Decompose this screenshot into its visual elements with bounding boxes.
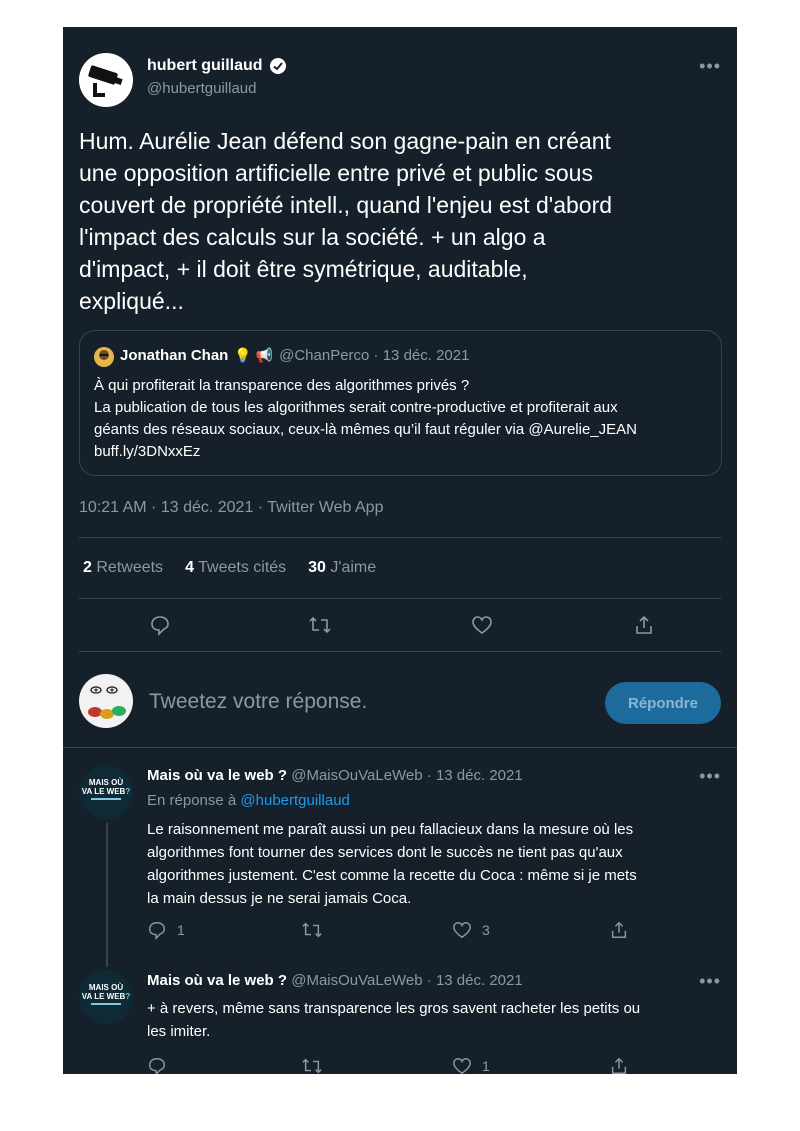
retweet-icon xyxy=(301,1056,323,1074)
like-count: 3 xyxy=(482,922,490,938)
more-options-icon[interactable]: ••• xyxy=(699,972,721,990)
quotes-label: Tweets cités xyxy=(198,559,287,576)
reply-author-name[interactable]: Mais où va le web ? xyxy=(147,767,287,784)
tweet-meta: 10:21 AM · 13 déc. 2021 · Twitter Web Ap… xyxy=(79,499,384,516)
likes-stat[interactable]: 30 J'aime xyxy=(308,559,376,577)
reply-icon xyxy=(147,1056,167,1074)
reply-icon xyxy=(149,614,171,636)
quoted-author-avatar xyxy=(94,347,114,367)
divider xyxy=(79,651,721,652)
retweets-label: Retweets xyxy=(96,559,164,576)
in-reply-to-handle[interactable]: @hubertguillaud xyxy=(240,792,349,809)
reply-handle-date[interactable]: @MaisOuVaLeWeb · 13 déc. 2021 xyxy=(291,972,522,989)
retweets-count: 2 xyxy=(83,559,92,576)
thread-line xyxy=(106,823,108,967)
quoted-link[interactable]: buff.ly/3DNxxEz xyxy=(94,441,637,463)
heart-icon xyxy=(471,614,493,636)
user-avatar[interactable] xyxy=(79,674,133,728)
author-name[interactable]: hubert guillaud xyxy=(147,57,263,75)
retweet-icon xyxy=(308,614,332,636)
reply-text-line: la main dessus je ne serai jamais Coca. xyxy=(147,890,412,907)
reply-text-line: algorithmes font tourner des services do… xyxy=(147,844,623,861)
more-options-icon[interactable]: ••• xyxy=(699,767,721,785)
author-avatar[interactable] xyxy=(79,53,133,107)
avatar-text-line: VA LE WEB xyxy=(81,992,126,1001)
likes-label: J'aime xyxy=(330,559,377,576)
author-handle[interactable]: @hubertguillaud xyxy=(147,80,256,97)
quoted-text-line: La publication de tous les algorithmes s… xyxy=(94,399,618,416)
reply-button[interactable] xyxy=(149,614,171,636)
like-button[interactable] xyxy=(471,614,493,636)
share-button[interactable] xyxy=(609,920,629,940)
quotes-stat[interactable]: 4 Tweets cités xyxy=(185,559,286,577)
reply-text-line: les imiter. xyxy=(147,1023,211,1040)
reply-submit-button[interactable]: Répondre xyxy=(605,682,721,724)
reply-submit-label: Répondre xyxy=(627,694,698,712)
reply-input[interactable]: Tweetez votre réponse. xyxy=(149,690,367,714)
tweet-text-line: une opposition artificielle entre privé … xyxy=(79,160,593,186)
share-button[interactable] xyxy=(633,614,655,636)
tweet-text-line: d'impact, + il doit être symétrique, aud… xyxy=(79,256,528,282)
retweets-stat[interactable]: 2 Retweets xyxy=(83,559,163,577)
quoted-author-name: Jonathan Chan xyxy=(120,347,229,364)
reply-button[interactable]: 1 xyxy=(147,920,185,940)
retweet-button[interactable] xyxy=(301,920,323,940)
quoted-handle-date: @ChanPerco · 13 déc. 2021 xyxy=(279,347,470,364)
avatar-text-line: MAIS OÙ xyxy=(88,778,124,787)
quoted-tweet-card[interactable]: Jonathan Chan 💡 📢 @ChanPerco · 13 déc. 2… xyxy=(79,330,722,476)
reply-author-avatar[interactable]: MAIS OÙ VA LE WEB? xyxy=(79,765,133,819)
camera-logo-icon xyxy=(88,65,123,97)
tweet-text-line: Hum. Aurélie Jean défend son gagne-pain … xyxy=(79,128,611,154)
retweet-icon xyxy=(301,920,323,940)
reply-author-name[interactable]: Mais où va le web ? xyxy=(147,972,287,989)
share-button[interactable] xyxy=(609,1056,629,1074)
avatar-question-mark: ? xyxy=(125,787,131,796)
share-icon xyxy=(609,920,629,940)
reply-icon xyxy=(147,920,167,940)
share-icon xyxy=(633,614,655,636)
quotes-count: 4 xyxy=(185,559,194,576)
retweet-button[interactable] xyxy=(308,614,332,636)
tweet-stats: 2 Retweets 4 Tweets cités 30 J'aime xyxy=(83,559,376,577)
verified-badge-icon xyxy=(269,57,287,75)
reply-handle-date[interactable]: @MaisOuVaLeWeb · 13 déc. 2021 xyxy=(291,767,522,784)
divider xyxy=(63,747,737,748)
retweet-button[interactable] xyxy=(301,1056,323,1074)
reply-button[interactable] xyxy=(147,1056,167,1074)
in-reply-to-label: En réponse à xyxy=(147,792,237,809)
quoted-text-line: À qui profiterait la transparence des al… xyxy=(94,377,470,394)
quoted-text-line: géants des réseaux sociaux, ceux-là même… xyxy=(94,421,637,438)
reply-text-line: + à revers, même sans transparence les g… xyxy=(147,1000,641,1017)
avatar-text-line: MAIS OÙ xyxy=(88,983,124,992)
tweet-text-line: expliqué... xyxy=(79,288,184,314)
tweet-text-line: couvert de propriété intell., quand l'en… xyxy=(79,192,613,218)
divider xyxy=(79,537,721,538)
heart-icon xyxy=(452,920,472,940)
tweet-thread-panel: hubert guillaud @hubertguillaud ••• Hum.… xyxy=(63,27,737,1074)
tweet-text: Hum. Aurélie Jean défend son gagne-pain … xyxy=(79,125,729,317)
like-button[interactable]: 3 xyxy=(452,920,490,940)
share-icon xyxy=(609,1056,629,1074)
more-options-icon[interactable]: ••• xyxy=(699,57,721,75)
reply-author-avatar[interactable]: MAIS OÙ VA LE WEB? xyxy=(79,970,133,1024)
avatar-text-line: VA LE WEB xyxy=(81,787,126,796)
reply-text-line: Le raisonnement me paraît aussi un peu f… xyxy=(147,821,634,838)
quoted-author-emoji: 💡 📢 xyxy=(234,347,274,363)
likes-count: 30 xyxy=(308,559,326,576)
tweet-text-line: l'impact des calculs sur la société. + u… xyxy=(79,224,546,250)
heart-icon xyxy=(452,1056,472,1074)
reply-count: 1 xyxy=(177,922,185,938)
avatar-question-mark: ? xyxy=(125,992,131,1001)
divider xyxy=(79,598,721,599)
reply-text-line: algorithmes justement. C'est comme la re… xyxy=(147,867,637,884)
user-avatar-icon xyxy=(88,686,126,719)
like-count: 1 xyxy=(482,1058,490,1074)
like-button[interactable]: 1 xyxy=(452,1056,490,1074)
